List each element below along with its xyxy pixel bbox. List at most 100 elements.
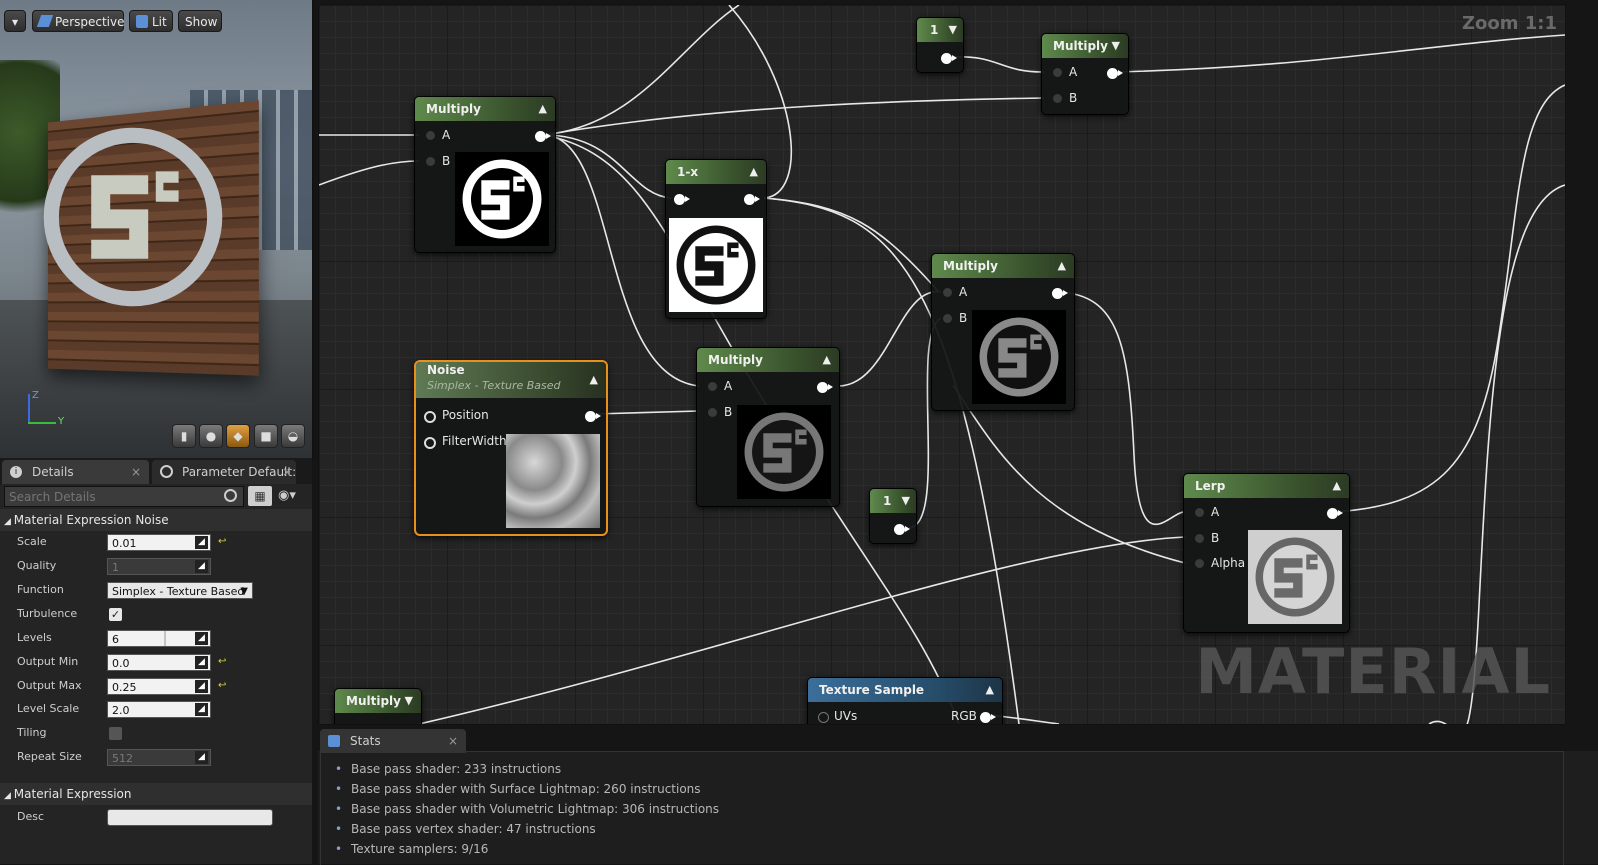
collapse-icon[interactable]: ▲	[1058, 254, 1066, 278]
node-one-minus[interactable]: 1-x ▲	[665, 159, 767, 319]
output-min-field[interactable]: 0.0 ◢	[107, 654, 211, 671]
collapse-icon[interactable]: ▼	[405, 689, 413, 713]
node-header[interactable]: 1 ▼	[917, 18, 963, 42]
node-constant[interactable]: 1 ▼	[869, 488, 917, 544]
scale-field[interactable]: 0.01 ◢	[107, 534, 211, 551]
node-noise-selected[interactable]: Noise Simplex - Texture Based ▲ Position…	[414, 360, 608, 536]
node-title: Multiply	[346, 694, 401, 708]
collapse-icon[interactable]: ▲	[986, 678, 994, 702]
preview-plane-button[interactable]: ◆	[226, 424, 250, 448]
preview-cube-button[interactable]: ■	[254, 424, 278, 448]
input-pin-alpha[interactable]: Alpha	[1195, 556, 1245, 570]
input-pin-a[interactable]: A	[1195, 505, 1219, 519]
node-header[interactable]: Noise Simplex - Texture Based ▲	[416, 362, 606, 398]
node-multiply[interactable]: Multiply ▲ A B	[931, 253, 1075, 411]
input-pin-b[interactable]: B	[426, 154, 450, 168]
input-pin-b[interactable]: B	[1053, 91, 1077, 105]
close-icon[interactable]: ×	[282, 460, 292, 484]
material-graph-canvas[interactable]: Zoom 1:1 MATERIAL Multiply ▲ A B 1-x ▲ 1 ▼ …	[318, 4, 1566, 725]
input-pin-a[interactable]: A	[1053, 65, 1077, 79]
node-header[interactable]: Multiply ▲	[932, 254, 1074, 278]
grid-view-button[interactable]: ▦	[248, 486, 272, 506]
perspective-icon	[36, 15, 54, 27]
collapse-icon[interactable]: ▲	[750, 160, 758, 184]
output-max-field[interactable]: 0.25 ◢	[107, 678, 211, 695]
collapse-icon[interactable]: ▲	[823, 348, 831, 372]
node-header[interactable]: Multiply ▲	[415, 97, 555, 121]
reset-to-default-icon[interactable]: ↩	[218, 656, 226, 667]
tab-details[interactable]: i Details ×	[2, 460, 149, 484]
close-icon[interactable]: ×	[448, 729, 458, 753]
input-pin[interactable]	[674, 194, 690, 205]
node-constant[interactable]: 1 ▼	[916, 17, 964, 73]
node-header[interactable]: Texture Sample ▲	[808, 678, 1002, 702]
perspective-button[interactable]: Perspective	[32, 10, 125, 32]
output-pin[interactable]	[585, 411, 601, 422]
node-header[interactable]: 1 ▼	[870, 489, 916, 513]
tiling-checkbox[interactable]	[109, 727, 122, 740]
node-lerp[interactable]: Lerp ▲ A B Alpha	[1183, 473, 1350, 633]
output-pin[interactable]	[1052, 288, 1068, 299]
collapse-icon[interactable]: ▲	[590, 368, 598, 392]
output-pin[interactable]	[1107, 68, 1123, 79]
input-pin-b[interactable]: B	[1195, 531, 1219, 545]
input-pin-b[interactable]: B	[943, 311, 968, 325]
turbulence-checkbox[interactable]: ✓	[109, 608, 122, 621]
material-preview-viewport[interactable]: ▾ Perspective Lit Show Z Y ▮ ● ◆ ■ ◒	[0, 0, 314, 458]
input-pin-filterwidth[interactable]: FilterWidth	[424, 434, 507, 449]
search-details-input[interactable]	[5, 487, 221, 506]
output-pin[interactable]	[1327, 508, 1343, 519]
levels-slider-field[interactable]: 6 ◢	[107, 630, 211, 647]
property-label: Output Min	[17, 655, 79, 668]
visibility-filter-button[interactable]: ◉▾	[278, 488, 296, 503]
node-texture-sample[interactable]: Texture Sample ▲ UVs RGB	[807, 677, 1003, 724]
node-multiply[interactable]: Multiply ▼ A B	[1041, 33, 1129, 115]
input-pin-a[interactable]: A	[426, 128, 450, 142]
output-pin[interactable]	[817, 382, 833, 393]
function-dropdown[interactable]: Simplex - Texture Based ▼	[107, 582, 253, 599]
tab-parameter-defaults[interactable]: Parameter Default: ×	[152, 460, 296, 484]
close-icon[interactable]: ×	[131, 460, 141, 484]
input-pin-a[interactable]: A	[943, 285, 967, 299]
tab-stats[interactable]: Stats ×	[320, 729, 466, 753]
output-pin[interactable]	[535, 131, 551, 142]
preview-mesh-button[interactable]: ◒	[281, 424, 305, 448]
input-pin-uvs[interactable]: UVs	[818, 709, 857, 723]
collapse-icon[interactable]: ▼	[902, 489, 910, 513]
section-material-expression[interactable]: ◢ Material Expression	[0, 783, 312, 805]
input-pin-b[interactable]: B	[708, 405, 732, 419]
node-header[interactable]: Multiply ▼	[335, 689, 421, 713]
output-pin-rgb[interactable]	[980, 712, 996, 723]
node-header[interactable]: 1-x ▲	[666, 160, 766, 184]
lit-button[interactable]: Lit	[129, 10, 173, 32]
collapse-icon[interactable]: ▲	[1333, 474, 1341, 498]
reset-to-default-icon[interactable]: ↩	[218, 536, 226, 547]
pin-label: B	[959, 311, 968, 325]
node-multiply[interactable]: Multiply ▲ A B	[414, 96, 556, 253]
reset-to-default-icon[interactable]: ↩	[218, 680, 226, 691]
output-pin[interactable]	[744, 194, 760, 205]
collapse-icon[interactable]: ▼	[949, 18, 957, 42]
show-button[interactable]: Show	[178, 10, 222, 32]
node-multiply[interactable]: Multiply ▼	[334, 688, 422, 724]
section-material-expression-noise[interactable]: ◢ Material Expression Noise	[0, 509, 312, 531]
node-header[interactable]: Multiply ▼	[1042, 34, 1128, 58]
search-details-field[interactable]	[4, 486, 244, 507]
output-pin[interactable]	[894, 524, 910, 535]
collapse-icon[interactable]: ▲	[539, 97, 547, 121]
property-row-turbulence: Turbulence ✓	[0, 603, 312, 627]
output-pin[interactable]	[941, 53, 957, 64]
node-header[interactable]: Lerp ▲	[1184, 474, 1349, 498]
lit-cube-icon	[136, 15, 148, 28]
node-multiply[interactable]: Multiply ▲ A B	[696, 347, 840, 507]
preview-sphere-button[interactable]: ●	[199, 424, 223, 448]
desc-field[interactable]	[107, 809, 273, 826]
node-header[interactable]: Multiply ▲	[697, 348, 839, 372]
level-scale-field[interactable]: 2.0 ◢	[107, 701, 211, 718]
input-pin-a[interactable]: A	[708, 379, 732, 393]
pin-label: RGB	[951, 709, 977, 723]
viewport-menu-button[interactable]: ▾	[4, 10, 26, 32]
collapse-icon[interactable]: ▼	[1112, 34, 1120, 58]
preview-cylinder-button[interactable]: ▮	[172, 424, 196, 448]
input-pin-position[interactable]: Position	[424, 408, 489, 423]
